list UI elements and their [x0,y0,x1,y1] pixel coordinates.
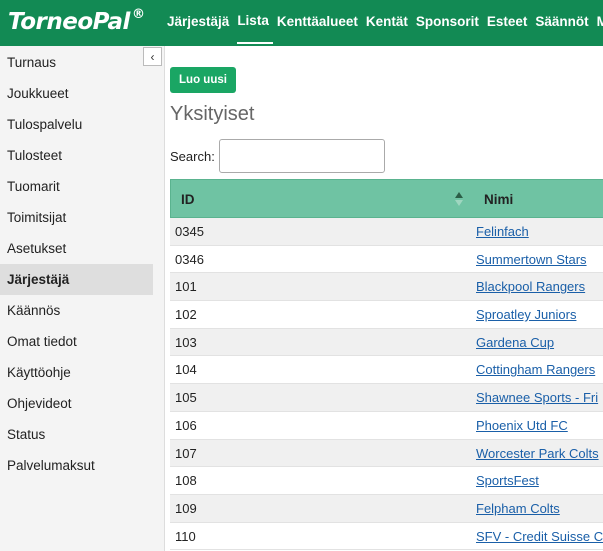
table-row: 106 Phoenix Utd FC [170,412,603,440]
table-row: 110 SFV - Credit Suisse C [170,523,603,551]
cell-id: 104 [175,362,197,378]
cell-id: 103 [175,334,197,350]
table-header: ID Nimi [170,179,603,218]
table-row: 109 Felpham Colts [170,494,603,523]
search-label: Search: [170,149,215,164]
sidebar-item-omat-tiedot[interactable]: Omat tiedot [0,326,153,357]
cell-id: 0346 [175,251,204,267]
team-link[interactable]: Phoenix Utd FC [476,418,568,433]
sidebar-item-toimitsijat[interactable]: Toimitsijat [0,202,153,233]
table-row: 108 SportsFest [170,467,603,495]
search-input[interactable] [219,139,385,173]
sidebar-item-käännös[interactable]: Käännös [0,295,153,326]
cell-id: 108 [175,473,197,489]
team-link[interactable]: SFV - Credit Suisse C [476,529,603,544]
cell-id: 106 [175,417,197,433]
table-row: 0345 Felinfach [170,218,603,246]
sort-icon[interactable] [454,191,464,207]
table-row: 102 Sproatley Juniors [170,301,603,329]
sidebar-item-tulosteet[interactable]: Tulosteet [0,140,153,171]
cell-id: 0345 [175,224,204,239]
sidebar-item-joukkueet[interactable]: Joukkueet [0,78,153,109]
sidebar-item-status[interactable]: Status [0,419,153,450]
sidebar-item-käyttöohje[interactable]: Käyttöohje [0,357,153,388]
cell-id: 105 [175,390,197,406]
sidebar-item-tuomarit[interactable]: Tuomarit [0,171,153,202]
team-link[interactable]: Shawnee Sports - Fri [476,390,598,405]
cell-id: 109 [175,500,197,516]
column-header-id[interactable]: ID [181,192,195,207]
nav-item-säännöt[interactable]: Säännöt [535,0,592,46]
team-link[interactable]: Cottingham Rangers [476,362,595,377]
nav-item-lista[interactable]: Lista [237,0,273,44]
sidebar-item-järjestäjä[interactable]: Järjestäjä [0,264,153,295]
sidebar-item-turnaus[interactable]: Turnaus [0,47,153,78]
team-link[interactable]: Worcester Park Colts [476,446,599,461]
cell-id: 107 [175,445,197,461]
team-link[interactable]: SportsFest [476,473,539,488]
sidebar-item-palvelumaksut[interactable]: Palvelumaksut [0,450,153,481]
table-row: 101 Blackpool Rangers [170,273,603,302]
logo[interactable]: TorneoPal ® [8,7,145,35]
table-row: 104 Cottingham Rangers [170,356,603,385]
chevron-left-icon: ‹ [150,50,155,64]
sidebar-item-asetukset[interactable]: Asetukset [0,233,153,264]
data-table: ID Nimi 0345 Felinfach 0346 Summertown Star… [170,179,603,551]
top-navbar: TorneoPal ® Järjestäjä Lista Kenttäalueet Ke… [0,0,603,46]
team-link[interactable]: Blackpool Rangers [476,279,585,294]
column-header-name[interactable]: Nimi [484,192,513,207]
nav-item-sponsorit[interactable]: Sponsorit [416,0,483,46]
nav-item-kenttäalueet[interactable]: Kenttäalueet [277,0,362,46]
create-new-button[interactable]: Luo uusi [170,67,236,93]
team-link[interactable]: Felinfach [476,224,529,239]
nav-item-mas[interactable]: Mas [597,0,603,46]
main-nav: Järjestäjä Lista Kenttäalueet Kentät Sponsor… [167,0,603,46]
cell-id: 101 [175,279,197,295]
brand-name: TorneoPal [8,9,130,35]
cell-id: 110 [175,528,196,544]
sidebar-item-tulospalvelu[interactable]: Tulospalvelu [0,109,153,140]
sidebar-menu: Turnaus Joukkueet Tulospalvelu Tulosteet Tuo… [0,47,153,481]
registered-mark: ® [131,7,145,23]
nav-item-esteet[interactable]: Esteet [487,0,532,46]
sidebar-item-ohjevideot[interactable]: Ohjevideot [0,388,153,419]
team-link[interactable]: Felpham Colts [476,501,560,516]
nav-item-kentät[interactable]: Kentät [366,0,412,46]
table-row: 107 Worcester Park Colts [170,439,603,468]
collapse-sidebar-button[interactable]: ‹ [143,47,162,66]
sidebar: Turnaus Joukkueet Tulospalvelu Tulosteet Tuo… [0,46,165,551]
team-link[interactable]: Sproatley Juniors [476,307,576,322]
table-row: 105 Shawnee Sports - Fri [170,384,603,412]
page-title: Yksityiset [170,103,255,125]
table-body: 0345 Felinfach 0346 Summertown Stars 101 Blac… [170,218,603,551]
table-row: 0346 Summertown Stars [170,246,603,274]
team-link[interactable]: Summertown Stars [476,252,587,267]
main-content: Luo uusi Yksityiset Search: ID Nimi 0345… [165,46,603,551]
table-row: 103 Gardena Cup [170,328,603,357]
team-link[interactable]: Gardena Cup [476,335,554,350]
nav-item-järjestäjä[interactable]: Järjestäjä [167,0,233,46]
cell-id: 102 [175,307,197,323]
